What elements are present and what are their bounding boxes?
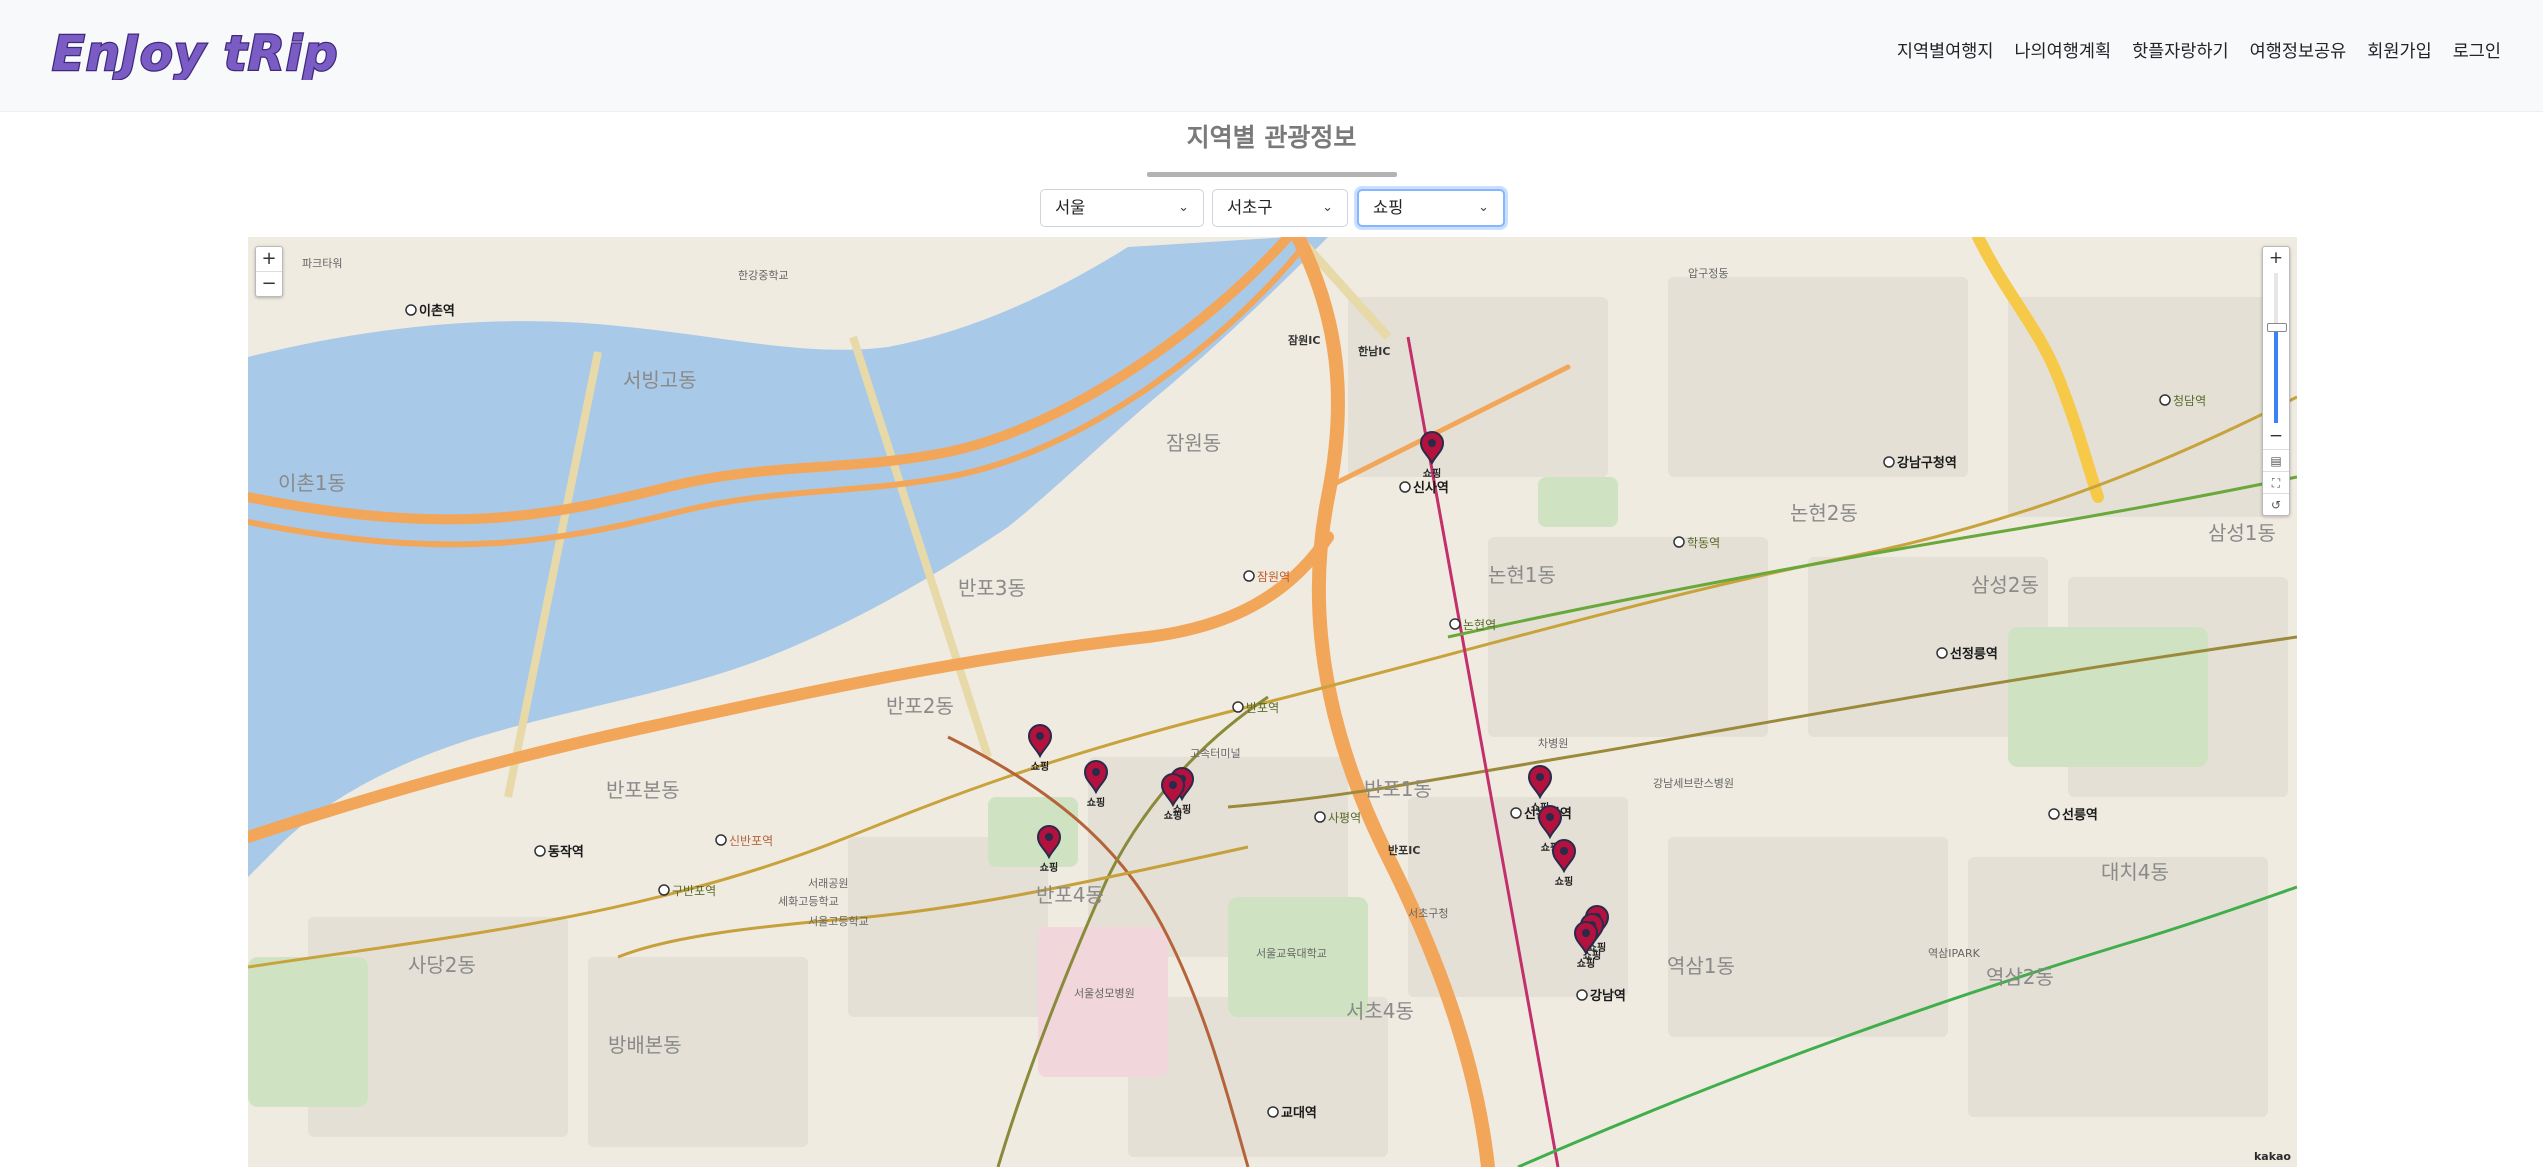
poi-label: 압구정동: [1688, 267, 1728, 280]
poi-label: 고속터미널: [1190, 747, 1241, 760]
shopping-marker-label: 쇼핑: [1577, 957, 1595, 970]
district-label: 삼성2동: [1971, 573, 2039, 597]
map-attribution: kakao: [2253, 1150, 2291, 1163]
nav-link-my-plan[interactable]: 나의여행계획: [2014, 34, 2111, 70]
shopping-marker-label: 쇼핑: [1087, 796, 1105, 809]
station-label: 학동역: [1687, 536, 1720, 550]
fullscreen-icon[interactable]: ⛶: [2263, 471, 2289, 494]
station-label: 구반포역: [672, 884, 716, 898]
chevron-down-icon: ⌄: [1478, 200, 1489, 215]
station-label: 논현역: [1463, 618, 1496, 632]
district-label: 반포2동: [886, 694, 954, 718]
district-label: 서초4동: [1346, 999, 1414, 1023]
poi-label: 한강중학교: [738, 269, 789, 282]
shopping-marker-label: 쇼핑: [1423, 467, 1441, 480]
district-label: 반포1동: [1364, 777, 1432, 801]
content-type-select-value: 쇼핑: [1373, 198, 1404, 217]
district-label: 반포4동: [1036, 883, 1104, 907]
poi-label: 서울교육대학교: [1256, 947, 1327, 960]
gugun-select-value: 서초구: [1227, 198, 1273, 217]
zoom-out-button[interactable]: −: [256, 271, 282, 296]
zoom-out-button[interactable]: −: [2263, 425, 2289, 447]
zoom-slider-fill: [2274, 327, 2278, 423]
sido-select-value: 서울: [1055, 198, 1086, 217]
poi-label: 서울성모병원: [1074, 987, 1135, 1000]
district-label: 반포본동: [606, 778, 680, 802]
nav-link-login[interactable]: 로그인: [2453, 34, 2501, 70]
poi-label: 잠원IC: [1288, 333, 1320, 347]
chevron-down-icon: ⌄: [1178, 200, 1189, 215]
station-label: 선릉역: [2062, 807, 2098, 823]
station-label: 신반포역: [729, 834, 773, 848]
station-label: 선정릉역: [1950, 646, 1998, 662]
nav-menu: 지역별여행지 나의여행계획 핫플자랑하기 여행정보공유 회원가입 로그인: [1897, 34, 2501, 70]
station-label: 강남구청역: [1897, 455, 1957, 471]
map-type-icon[interactable]: ▤: [2263, 449, 2289, 472]
station-label: 반포역: [1246, 701, 1279, 715]
poi-label: 서래공원: [808, 877, 848, 890]
poi-label: 역삼IPARK: [1928, 947, 1981, 960]
content-type-select[interactable]: 쇼핑 ⌄: [1357, 189, 1505, 227]
station-label: 신사역: [1413, 480, 1449, 496]
navbar: EnJoy tRip 지역별여행지 나의여행계획 핫플자랑하기 여행정보공유 회…: [0, 0, 2543, 112]
district-label: 역삼1동: [1667, 954, 1735, 978]
district-label: 서빙고동: [623, 368, 697, 392]
zoom-slider-handle[interactable]: [2267, 323, 2287, 332]
poi-label: 서초구청: [1408, 907, 1448, 920]
district-label: 이촌1동: [278, 471, 346, 495]
poi-label: 반포IC: [1388, 843, 1420, 857]
gugun-select[interactable]: 서초구 ⌄: [1212, 189, 1348, 227]
nav-link-info-share[interactable]: 여행정보공유: [2250, 34, 2347, 70]
map-canvas[interactable]: 서빙고동 이촌1동 잠원동 반포3동 반포2동 반포본동 반포4동 반포1동 사…: [248, 237, 2297, 1167]
sido-select[interactable]: 서울 ⌄: [1040, 189, 1204, 227]
poi-label: 차병원: [1538, 737, 1568, 750]
shopping-marker-label: 쇼핑: [1031, 760, 1049, 773]
chevron-down-icon: ⌄: [1322, 200, 1333, 215]
nav-link-hotplace[interactable]: 핫플자랑하기: [2132, 34, 2229, 70]
zoom-in-button[interactable]: +: [256, 247, 282, 271]
shopping-marker-label: 쇼핑: [1040, 861, 1058, 874]
station-label: 동작역: [548, 844, 584, 860]
zoom-in-button[interactable]: +: [2263, 247, 2289, 269]
district-label: 삼성1동: [2208, 521, 2276, 545]
poi-label: 세화고등학교: [778, 895, 839, 908]
hospital-area: [1038, 927, 1168, 1077]
site-logo[interactable]: EnJoy tRip: [50, 24, 350, 80]
poi-label: 서울고등학교: [808, 915, 869, 928]
poi-label: 강남세브란스병원: [1653, 777, 1734, 790]
zoom-control-right: + − ▤ ⛶ ↺: [2262, 246, 2290, 516]
logo-text: EnJoy tRip: [52, 26, 339, 80]
station-label: 이촌역: [419, 303, 455, 319]
district-label: 논현2동: [1790, 501, 1858, 525]
shopping-marker-label: 쇼핑: [1164, 809, 1182, 822]
district-label: 잠원동: [1166, 431, 1221, 455]
nav-link-regional-spots[interactable]: 지역별여행지: [1897, 34, 1994, 70]
map-container[interactable]: 서빙고동 이촌1동 잠원동 반포3동 반포2동 반포본동 반포4동 반포1동 사…: [248, 237, 2297, 1167]
poi-label: 한남IC: [1358, 344, 1390, 358]
district-label: 반포3동: [958, 576, 1026, 600]
station-label: 사평역: [1328, 811, 1361, 825]
title-underline: [1147, 172, 1397, 177]
reset-view-icon[interactable]: ↺: [2263, 493, 2289, 516]
district-label: 대치4동: [2101, 860, 2169, 884]
shopping-marker-label: 쇼핑: [1555, 875, 1573, 888]
station-label: 청담역: [2173, 394, 2206, 408]
district-label: 사당2동: [408, 953, 476, 977]
district-label: 논현1동: [1488, 563, 1556, 587]
district-label: 역삼2동: [1986, 965, 2054, 989]
station-label: 교대역: [1281, 1105, 1317, 1121]
poi-label: 파크타워: [302, 257, 342, 270]
station-label: 강남역: [1590, 988, 1626, 1004]
district-label: 방배본동: [608, 1033, 682, 1057]
zoom-control-left: + −: [255, 246, 283, 297]
station-label: 잠원역: [1257, 570, 1290, 584]
nav-link-signup[interactable]: 회원가입: [2367, 34, 2431, 70]
page-title: 지역별 관광정보: [1186, 123, 1357, 152]
